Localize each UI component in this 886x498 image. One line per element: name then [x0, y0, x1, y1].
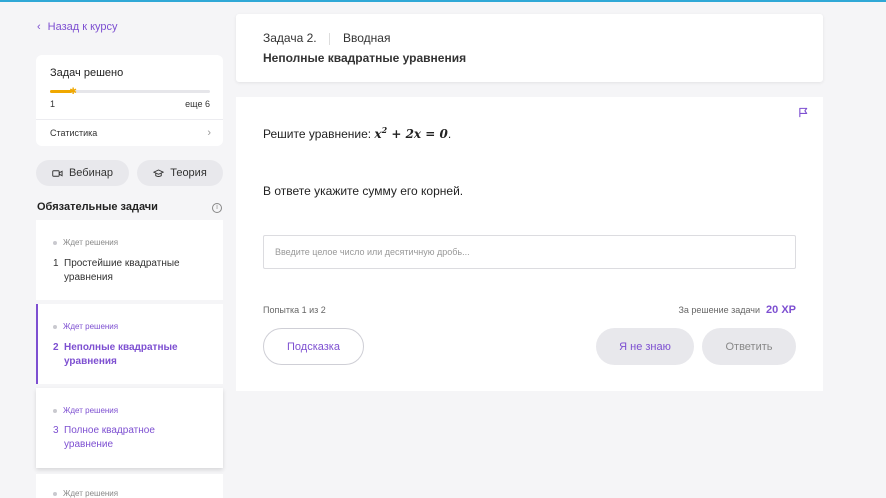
back-label: Назад к курсу: [47, 21, 118, 33]
reward-info: За решение задачи 20 XP: [678, 304, 796, 316]
remaining-count: еще 6: [185, 99, 210, 109]
required-tasks-title: Обязательные задачи: [37, 201, 158, 213]
task-number: 2: [53, 342, 59, 353]
top-accent-line: [0, 0, 886, 2]
task-status-label: Ждет решения: [63, 322, 119, 331]
progress-title: Задач решено: [50, 67, 124, 79]
webinar-button[interactable]: Вебинар: [36, 160, 129, 186]
theory-button[interactable]: Теория: [137, 160, 223, 186]
reward-label: За решение задачи: [678, 305, 761, 315]
chevron-right-icon: ›: [207, 126, 211, 139]
flag-icon[interactable]: [798, 107, 809, 118]
task-number: 1: [53, 258, 59, 269]
dont-know-button[interactable]: Я не знаю: [596, 328, 694, 365]
task-status-label: Ждет решения: [63, 406, 119, 415]
problem-instruction: В ответе укажите сумму его корней.: [263, 184, 464, 198]
task-status: Ждет решения: [53, 238, 118, 247]
statement-prefix: Решите уравнение:: [263, 127, 375, 141]
info-icon[interactable]: i: [212, 203, 222, 213]
task-status-label: Ждет решения: [63, 489, 119, 498]
task-status: Ждет решения: [53, 489, 118, 498]
status-dot-icon: [53, 240, 57, 245]
solved-count: 1: [50, 99, 56, 109]
webinar-label: Вебинар: [68, 167, 114, 179]
status-dot-icon: [53, 408, 57, 413]
task-name: Полное квадратное уравнение: [64, 425, 155, 450]
theory-label: Теория: [170, 167, 207, 179]
task-name: Неполные квадратные уравнения: [64, 342, 178, 367]
task-status: Ждет решения: [53, 406, 118, 415]
equation: x2 + 2x = 0: [374, 125, 448, 141]
reward-xp: 20 XP: [766, 304, 796, 316]
hint-button[interactable]: Подсказка: [263, 328, 364, 365]
task-number-label: Задача 2.: [263, 31, 317, 45]
equation-variable: x: [374, 127, 382, 141]
task-status: Ждет решения: [53, 322, 118, 331]
status-dot-icon: [53, 324, 57, 329]
problem-statement: Решите уравнение: x2 + 2x = 0.: [263, 125, 451, 141]
answer-input[interactable]: [263, 235, 796, 269]
statement-suffix: .: [447, 127, 452, 141]
task-item-4[interactable]: Ждет решения: [36, 474, 223, 498]
task-name: Простейшие квадратные уравнения: [64, 258, 180, 283]
problem-card: Решите уравнение: x2 + 2x = 0. В ответе …: [236, 97, 823, 391]
progress-bar: ✱: [50, 86, 210, 96]
task-type-label: Вводная: [343, 31, 391, 45]
task-item-2[interactable]: Ждет решения 2 Неполные квадратные уравн…: [36, 304, 223, 384]
attempt-counter: Попытка 1 из 2: [263, 305, 326, 315]
chevron-left-icon: ‹: [37, 20, 41, 33]
back-to-course-link[interactable]: ‹ Назад к курсу: [37, 21, 118, 33]
task-item-3[interactable]: Ждет решения 3 Полное квадратное уравнен…: [36, 388, 223, 468]
task-item-1[interactable]: Ждет решения 1 Простейшие квадратные ура…: [36, 220, 223, 300]
task-header-card: Задача 2. Вводная Неполные квадратные ур…: [236, 14, 823, 82]
star-icon: ✱: [69, 86, 77, 96]
progress-card: Задач решено ✱ 1 еще 6 Статистика ›: [36, 55, 223, 146]
statistics-label: Статистика: [50, 127, 98, 138]
graduation-cap-icon: [153, 169, 165, 177]
task-number: 3: [53, 425, 59, 436]
video-camera-icon: [52, 169, 63, 177]
status-dot-icon: [53, 491, 57, 496]
task-status-label: Ждет решения: [63, 238, 119, 247]
equation-rest: + 2x = 0: [387, 127, 448, 141]
statistics-link[interactable]: Статистика ›: [50, 119, 211, 146]
divider: [329, 33, 330, 45]
submit-button[interactable]: Ответить: [702, 328, 796, 365]
task-title: Неполные квадратные уравнения: [263, 51, 467, 65]
